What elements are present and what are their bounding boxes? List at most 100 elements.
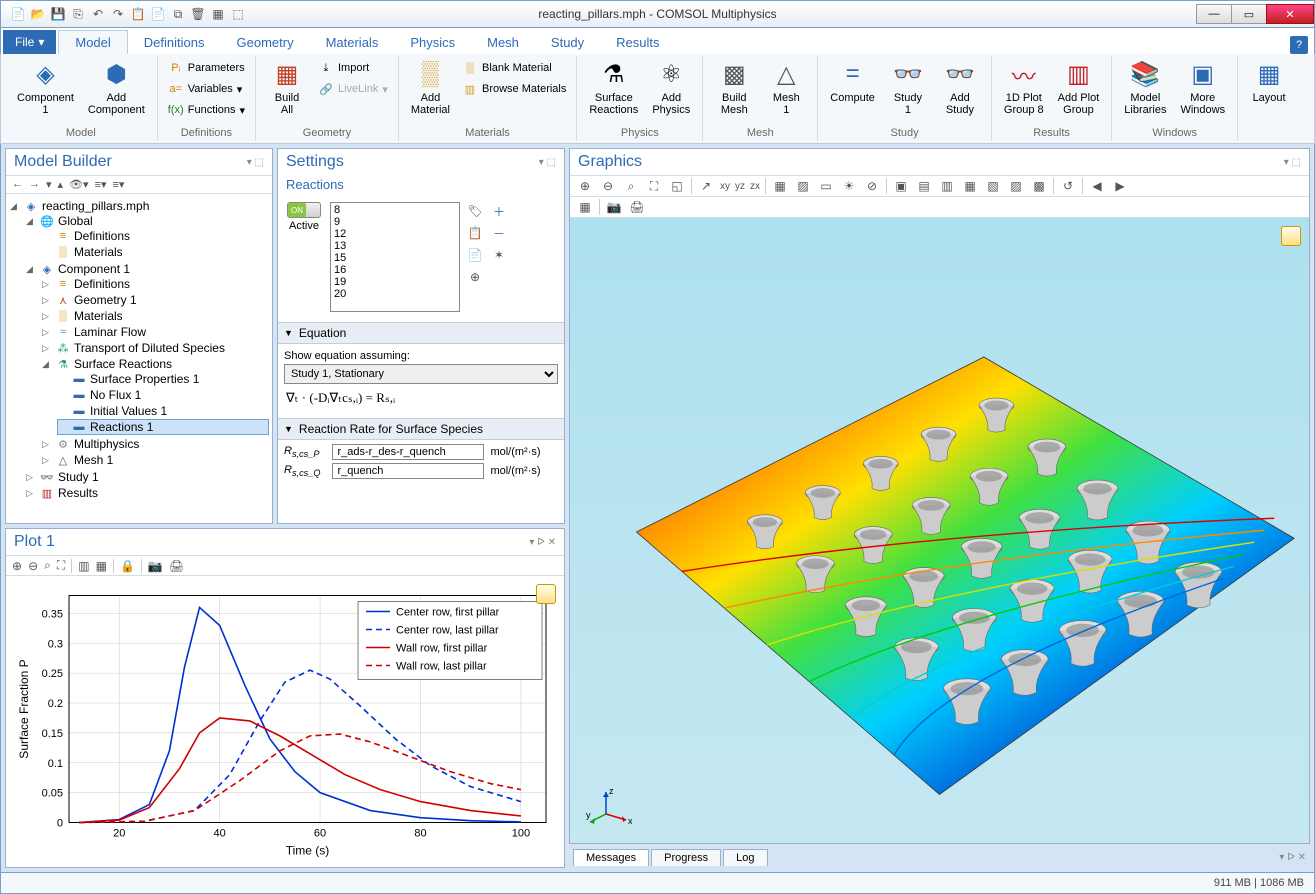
rate1-input[interactable] [332, 444, 484, 460]
expand-icon[interactable]: ▾ [46, 178, 52, 191]
paste-icon[interactable]: 📄 [466, 246, 484, 264]
livelink-button[interactable]: 🔗LiveLink ▾ [314, 79, 392, 99]
tab-physics[interactable]: Physics [394, 31, 471, 54]
reset-icon[interactable]: ↺ [1059, 179, 1077, 193]
render-icon[interactable]: ▦ [576, 200, 594, 214]
more-icon[interactable]: ≡▾ [113, 178, 125, 191]
tree-geom[interactable]: ▷⋏Geometry 1 [42, 293, 268, 307]
tag-icon[interactable]: 🏷 [466, 202, 484, 220]
filter-icon[interactable]: ≡▾ [95, 178, 107, 191]
eye-icon[interactable]: 👁▾ [69, 178, 89, 191]
tree-mesh[interactable]: ▷△Mesh 1 [42, 453, 268, 467]
blank-material-button[interactable]: ▒Blank Material [458, 58, 570, 78]
equation-section-hdr[interactable]: ▼Equation [278, 322, 564, 344]
tab-log[interactable]: Log [723, 849, 767, 866]
xy-icon[interactable]: xy [720, 181, 730, 192]
import-button[interactable]: ⤓Import [314, 58, 392, 78]
sel2-icon[interactable]: ▤ [915, 179, 933, 193]
tree-multi[interactable]: ▷⚙Multiphysics [42, 437, 268, 451]
wire-icon[interactable]: ▨ [794, 179, 812, 193]
study1-button[interactable]: 👓Study 1 [883, 56, 933, 118]
add-icon[interactable]: ＋ [490, 202, 508, 220]
sel6-icon[interactable]: ▨ [1007, 179, 1025, 193]
redo-icon[interactable]: ↷ [109, 5, 127, 23]
paste-icon[interactable]: 📄 [149, 5, 167, 23]
selection-item[interactable]: 16 [332, 264, 458, 276]
zoom-box-icon[interactable]: ⌕ [622, 179, 640, 194]
tree-root[interactable]: ◢◈reacting_pillars.mph [10, 199, 268, 213]
tab-mesh[interactable]: Mesh [471, 31, 535, 54]
rate2-input[interactable] [332, 463, 484, 479]
tree-defs[interactable]: ▷≡Definitions [42, 277, 268, 291]
tab-model[interactable]: Model [58, 30, 127, 54]
tree-global[interactable]: ◢🌐Global [26, 214, 268, 228]
tab-definitions[interactable]: Definitions [128, 31, 221, 54]
sel4-icon[interactable]: ▦ [961, 179, 979, 193]
layout-button[interactable]: ▦Layout [1244, 56, 1294, 106]
selection-item[interactable]: 12 [332, 228, 458, 240]
model-libraries-button[interactable]: 📚Model Libraries [1118, 56, 1172, 118]
panel-controls[interactable]: ▾ ⬚ [1284, 157, 1301, 168]
selection-item[interactable]: 8 [332, 204, 458, 216]
tree-noflux[interactable]: ▬No Flux 1 [58, 388, 268, 402]
tree-results[interactable]: ▷▥Results [26, 486, 268, 500]
selection-listbox[interactable]: 89121315161920 [330, 202, 460, 312]
panel-controls[interactable]: ▾ ᐅ ✕ [1279, 852, 1306, 863]
transp-icon[interactable]: ▦ [771, 179, 789, 193]
select-icon[interactable]: ▦ [209, 5, 227, 23]
tree-comp1[interactable]: ◢◈Component 1 [26, 262, 268, 276]
help-button[interactable]: ? [1290, 36, 1308, 54]
plot1d-button[interactable]: 〰1D Plot Group 8 [998, 56, 1050, 118]
sel1-icon[interactable]: ▣ [892, 179, 910, 193]
window-icon[interactable]: ⬚ [229, 5, 247, 23]
yz-icon[interactable]: yz [735, 181, 745, 192]
new-icon[interactable]: 📄 [9, 5, 27, 23]
browse-materials-button[interactable]: ▥Browse Materials [458, 79, 570, 99]
toggle-icon[interactable]: ⊕ [466, 268, 484, 286]
zoom-in-icon[interactable]: ⊕ [576, 179, 594, 193]
close-button[interactable]: ✕ [1266, 4, 1314, 24]
zoom-out-icon[interactable]: ⊖ [28, 559, 38, 573]
tab-geometry[interactable]: Geometry [221, 31, 310, 54]
zoom-extents-icon[interactable]: ⛶ [645, 179, 663, 194]
selection-item[interactable]: 15 [332, 252, 458, 264]
more-windows-button[interactable]: ▣More Windows [1174, 56, 1231, 118]
tree-global-mats[interactable]: ▒Materials [42, 245, 268, 259]
lock-icon[interactable]: 🔒 [120, 559, 135, 573]
add-plot-button[interactable]: ▥Add Plot Group [1052, 56, 1106, 118]
sel5-icon[interactable]: ▧ [984, 179, 1002, 193]
print-icon[interactable]: 🖨 [169, 559, 184, 573]
zoom-sel-icon[interactable]: ◱ [668, 179, 686, 193]
tree-tds[interactable]: ▷⁂Transport of Diluted Species [42, 341, 268, 355]
tree-surface-props[interactable]: ▬Surface Properties 1 [58, 372, 268, 386]
file-menu-button[interactable]: File ▾ [3, 30, 56, 54]
grid-icon[interactable]: ▥ [78, 559, 89, 573]
light-icon[interactable]: ☀ [840, 179, 858, 193]
tree-reactions[interactable]: ▬Reactions 1 [58, 420, 268, 434]
mesh1-button[interactable]: △Mesh 1 [761, 56, 811, 118]
back-icon[interactable]: ← [12, 178, 23, 191]
panel-controls[interactable]: ▾ ⬚ [539, 157, 556, 168]
build-all-button[interactable]: ▦Build All [262, 56, 312, 118]
sel3-icon[interactable]: ▥ [938, 179, 956, 193]
hide-icon[interactable]: ▭ [817, 179, 835, 193]
tab-messages[interactable]: Messages [573, 849, 649, 866]
tree-mats[interactable]: ▷▒Materials [42, 309, 268, 323]
zoom-box-icon[interactable]: ⌕ [44, 558, 51, 573]
surface-reactions-button[interactable]: ⚗Surface Reactions [583, 56, 644, 118]
sel7-icon[interactable]: ▩ [1030, 179, 1048, 193]
variables-button[interactable]: a=Variables ▾ [164, 79, 249, 99]
rate-section-hdr[interactable]: ▼Reaction Rate for Surface Species [278, 418, 564, 440]
zoom-extents-icon[interactable]: ⛶ [57, 558, 65, 573]
camera-icon[interactable]: 📷 [148, 559, 163, 573]
panel-controls[interactable]: ▾ ᐅ ✕ [529, 537, 556, 548]
add-study-button[interactable]: 👓Add Study [935, 56, 985, 118]
add-material-button[interactable]: ▒Add Material [405, 56, 456, 118]
tab-results[interactable]: Results [600, 31, 675, 54]
tab-study[interactable]: Study [535, 31, 600, 54]
selection-item[interactable]: 9 [332, 216, 458, 228]
tree-laminar[interactable]: ▷≈Laminar Flow [42, 325, 268, 339]
delete-icon[interactable]: 🗑 [189, 5, 207, 23]
off-icon[interactable]: ⊘ [863, 179, 881, 193]
duplicate-icon[interactable]: ⧉ [169, 5, 187, 23]
